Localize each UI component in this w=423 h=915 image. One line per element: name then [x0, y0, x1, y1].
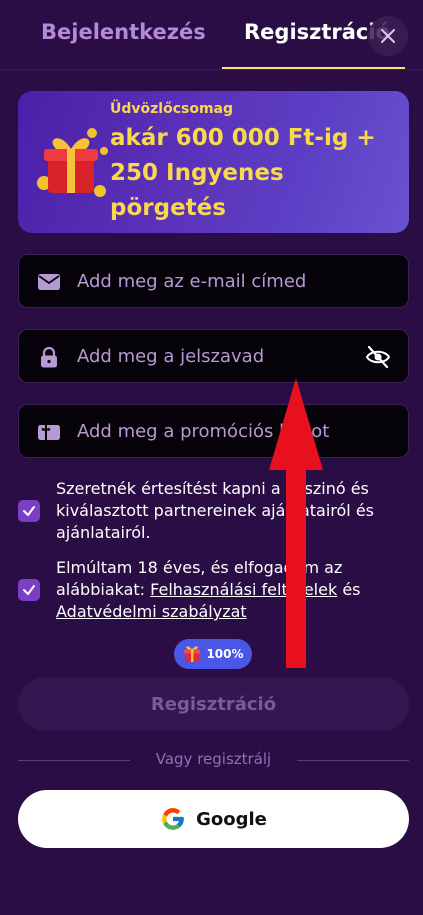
check-icon: [23, 506, 35, 516]
eye-off-icon[interactable]: [364, 343, 392, 371]
age-terms-and: és: [337, 580, 361, 599]
tab-login[interactable]: Bejelentkezés: [41, 20, 206, 44]
age-terms-consent: Elmúltam 18 éves, és elfogadom az alábbi…: [18, 557, 409, 627]
promo-code-field-wrapper: [18, 404, 409, 458]
privacy-link[interactable]: Adatvédelmi szabályzat: [56, 602, 247, 621]
age-terms-checkbox[interactable]: [18, 579, 40, 601]
register-button[interactable]: Regisztráció: [18, 677, 409, 731]
email-field-wrapper: [18, 254, 409, 308]
password-field-wrapper: [18, 329, 409, 383]
age-terms-text: Elmúltam 18 éves, és elfogadom az alábbi…: [56, 557, 411, 623]
or-text: Vagy regisztrálj: [155, 750, 272, 768]
close-icon: [381, 29, 395, 43]
gift-box-icon: [37, 128, 108, 197]
promo-headline: akár 600 000 Ft-ig + 250 Ingyenes pörget…: [110, 125, 376, 221]
close-button[interactable]: [368, 16, 408, 56]
password-input[interactable]: [77, 330, 367, 382]
bonus-badge: 100%: [174, 639, 252, 669]
envelope-icon: [38, 274, 60, 290]
tabs-divider: [0, 69, 423, 70]
gift-card-icon: [38, 425, 60, 440]
marketing-consent-checkbox[interactable]: [18, 500, 40, 522]
bonus-badge-value: 100%: [206, 647, 244, 661]
welcome-bonus-banner: Üdvözlőcsomag akár 600 000 Ft-ig + 250 I…: [18, 91, 409, 233]
annotation-arrow: [269, 378, 323, 668]
lock-icon: [41, 346, 57, 368]
marketing-consent-text: Szeretnék értesítést kapni a kaszinó és …: [56, 479, 375, 542]
google-logo-icon: [162, 808, 184, 830]
google-signup-button[interactable]: Google: [18, 790, 409, 848]
marketing-consent: Szeretnék értesítést kapni a kaszinó és …: [18, 478, 409, 548]
promo-subtitle: Üdvözlőcsomag: [110, 101, 234, 117]
auth-tabs: Bejelentkezés Regisztráció: [0, 0, 423, 70]
gift-icon: [184, 646, 201, 662]
email-input[interactable]: [77, 255, 367, 307]
check-icon: [23, 585, 35, 595]
or-divider: Vagy regisztrálj: [18, 750, 409, 772]
google-label: Google: [196, 808, 267, 830]
